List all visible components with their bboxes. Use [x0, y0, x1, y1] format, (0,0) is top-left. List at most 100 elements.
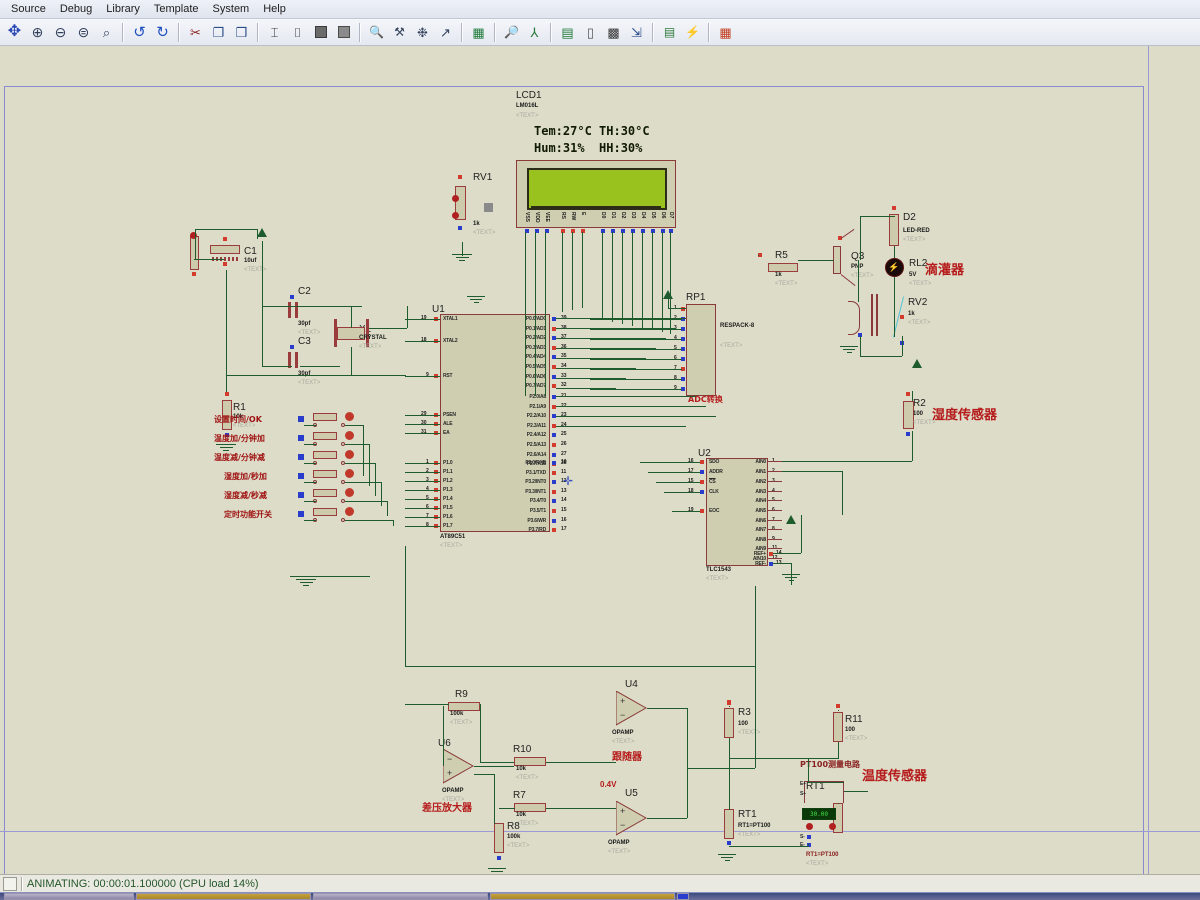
menu-item-source[interactable]: Source [4, 1, 53, 18]
keypad-press-handle[interactable] [345, 469, 354, 478]
wire [474, 766, 514, 767]
r8-body[interactable] [494, 823, 504, 853]
netlist-to-ares-icon[interactable]: ▦ [715, 22, 736, 43]
wire [405, 481, 440, 482]
taskbar-item[interactable] [490, 893, 675, 900]
mcu-pin-p3-0-rxd: P3.0/RXD [525, 460, 546, 466]
design-explorer-icon[interactable]: ▤ [557, 22, 578, 43]
mcu-pin-p1-7: P1.7 [443, 523, 453, 529]
r5-value: 1k [775, 272, 782, 278]
r3-body[interactable] [833, 712, 843, 742]
new-sheet-icon[interactable]: ▯ [580, 22, 601, 43]
undo-icon[interactable]: ↺ [129, 22, 150, 43]
rl2-core [871, 294, 873, 336]
menu-item-template[interactable]: Template [147, 1, 206, 18]
q3-base-bar[interactable] [833, 246, 841, 274]
r5-body[interactable] [768, 263, 798, 272]
lcd-pin-d6: D6 [660, 212, 666, 219]
find-icon[interactable]: 🔎 [501, 22, 522, 43]
pad [552, 528, 556, 533]
menu-item-help[interactable]: Help [256, 1, 293, 18]
rl2-coil[interactable] [848, 301, 860, 335]
r10-body[interactable] [514, 757, 546, 766]
cut-icon[interactable]: ✂ [185, 22, 206, 43]
schematic-canvas[interactable]: LCD1 LM016L <TEXT> Tem:27°C TH:30°C Hum:… [0, 46, 1200, 874]
keypad-press-handle[interactable] [345, 450, 354, 459]
menu-item-system[interactable]: System [206, 1, 257, 18]
toggle-grid-icon[interactable]: ▦ [468, 22, 489, 43]
r7-body[interactable] [514, 803, 546, 812]
mcu-pinnum-4: 4 [426, 486, 429, 492]
decompose-icon[interactable]: ↗ [435, 22, 456, 43]
respack-body[interactable] [686, 304, 716, 396]
property-assignment-icon[interactable]: ⅄ [524, 22, 545, 43]
r11-body[interactable] [724, 809, 734, 839]
mcu-pin-p3-5-t1: P3.5/T1 [529, 508, 546, 514]
power-terminal [663, 290, 673, 299]
r3-value: 100 [845, 727, 856, 733]
rt1-frame[interactable] [804, 781, 844, 803]
zoom-in-icon[interactable]: ⊕ [27, 22, 48, 43]
taskbar-item-active[interactable] [677, 893, 689, 900]
wire [405, 526, 440, 527]
lcd-pin-d2: D2 [620, 212, 626, 219]
taskbar-item[interactable] [313, 893, 488, 900]
keypad-press-handle[interactable] [345, 431, 354, 440]
taskbar-item[interactable] [136, 893, 311, 900]
pad [700, 490, 704, 494]
menu-item-library[interactable]: Library [99, 1, 147, 18]
c1-body[interactable] [210, 245, 240, 254]
pan-icon[interactable]: ✥ [4, 22, 25, 43]
block-delete-icon[interactable] [333, 22, 354, 43]
r6-body[interactable] [889, 214, 899, 246]
block-move-icon[interactable]: ⌷ [287, 22, 308, 43]
pad [458, 226, 462, 230]
keypad-button-2[interactable] [313, 432, 337, 440]
r2-body[interactable] [724, 708, 734, 738]
keypad-button-4[interactable] [313, 470, 337, 478]
redo-icon[interactable]: ↻ [152, 22, 173, 43]
make-device-icon[interactable]: ⚒ [389, 22, 410, 43]
menu-item-debug[interactable]: Debug [53, 1, 99, 18]
wire [590, 319, 682, 320]
wire [304, 463, 316, 464]
keypad-press-handle[interactable] [345, 488, 354, 497]
mcu-pin-p3-1-txd: P3.1/TXD [525, 469, 546, 476]
zoom-out-icon[interactable]: ⊖ [50, 22, 71, 43]
keypad-press-handle[interactable] [345, 507, 354, 516]
packaging-tool-icon[interactable]: ❉ [412, 22, 433, 43]
pick-device-icon[interactable]: 🔍 [366, 22, 387, 43]
c3-plate [295, 352, 298, 368]
taskbar-item[interactable] [4, 893, 134, 900]
remove-sheet-icon[interactable]: ▩ [603, 22, 624, 43]
keypad-button-5[interactable] [313, 489, 337, 497]
exit-sheet-icon[interactable]: ⇲ [626, 22, 647, 43]
bill-of-materials-icon[interactable]: ▤ [659, 22, 680, 43]
mcu-pinnum-1: 1 [426, 459, 429, 465]
copy-icon[interactable]: ❐ [208, 22, 229, 43]
zoom-all-icon[interactable]: ⊜ [73, 22, 94, 43]
r9-body[interactable] [448, 702, 480, 711]
lcd-pin-d1: D1 [610, 212, 616, 219]
guide-line-horizontal [0, 831, 1200, 832]
wire [612, 232, 613, 322]
zoom-area-icon[interactable]: ⌕ [96, 22, 117, 43]
wire [405, 704, 449, 705]
pad [290, 295, 294, 299]
electrical-rule-check-icon[interactable]: ⚡ [682, 22, 703, 43]
keypad-label-1: 设置时间/OK [214, 415, 262, 424]
lcd-pin-d0: D0 [600, 212, 606, 219]
rv1-slider[interactable] [484, 203, 493, 212]
block-copy-icon[interactable]: ⌶ [264, 22, 285, 43]
u5-text: <TEXT> [608, 849, 631, 855]
keypad-button-6[interactable] [313, 508, 337, 516]
ground-symbol [840, 346, 858, 353]
paste-icon[interactable]: ❒ [231, 22, 252, 43]
wire [556, 406, 706, 407]
keypad-button-3[interactable] [313, 451, 337, 459]
mcu-part: AT89C51 [440, 534, 466, 540]
block-rotate-icon[interactable] [310, 22, 331, 43]
mcu-pin-p2-5-a13: P2.5/A13 [526, 442, 546, 448]
keypad-button-1[interactable] [313, 413, 337, 421]
keypad-press-handle[interactable] [345, 412, 354, 421]
